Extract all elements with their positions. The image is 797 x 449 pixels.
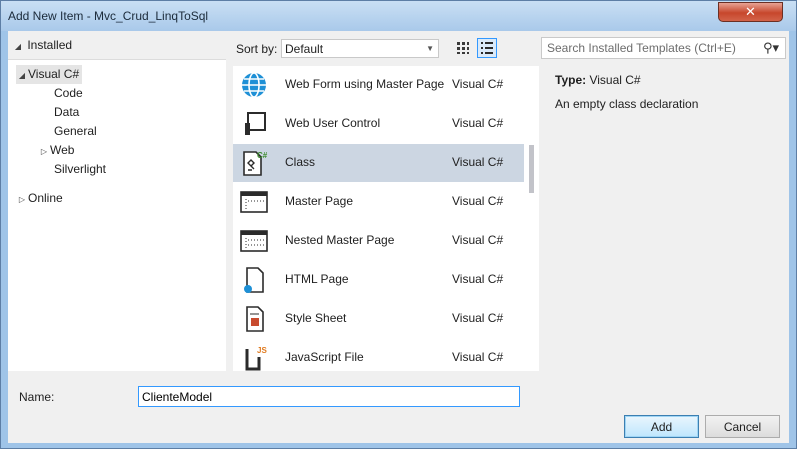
dialog-client-area: ◢ Installed ◢ Visual C# Code Data General… (8, 31, 789, 443)
template-name: Web User Control (285, 116, 381, 130)
template-tree: ◢ Installed ◢ Visual C# Code Data General… (8, 31, 226, 371)
small-icons-view-button[interactable] (477, 38, 497, 58)
globe-icon (242, 72, 266, 98)
chevron-down-icon: ▼ (426, 44, 434, 53)
tree-item-label: Web (50, 143, 75, 157)
template-type: Visual C# (452, 272, 504, 286)
expanded-triangle-icon[interactable]: ◢ (12, 37, 24, 56)
tree-item-installed[interactable]: ◢ Installed (8, 31, 226, 60)
master-page-icon (240, 191, 268, 213)
type-label: Type: (555, 73, 587, 87)
tree-item-label: Visual C# (28, 67, 80, 81)
template-name: Master Page (285, 194, 354, 208)
list-view-icon (481, 42, 493, 54)
list-item-nested-master-page[interactable]: Nested Master Page Visual C# (233, 222, 524, 260)
template-type: Visual C# (452, 77, 504, 91)
tree-item-general[interactable]: General (54, 122, 97, 141)
close-icon: ✕ (745, 4, 756, 19)
template-type: Visual C# (452, 116, 504, 130)
dialog-window: Add New Item - Mvc_Crud_LinqToSql ✕ ◢ In… (0, 0, 797, 449)
window-title: Add New Item - Mvc_Crud_LinqToSql (8, 9, 209, 23)
cancel-button[interactable]: Cancel (705, 415, 780, 438)
search-input[interactable]: Search Installed Templates (Ctrl+E) ⚲▾ (541, 37, 786, 59)
search-placeholder: Search Installed Templates (Ctrl+E) (547, 41, 736, 55)
template-name: Nested Master Page (285, 233, 395, 247)
template-name: Web Form using Master Page (285, 77, 445, 91)
template-type: Visual C# (452, 155, 504, 169)
name-field[interactable] (138, 386, 520, 407)
tree-item-label: Silverlight (54, 162, 107, 176)
csharp-badge: C# (257, 151, 268, 160)
collapsed-triangle-icon[interactable]: ▷ (16, 190, 28, 209)
tree-item-silverlight[interactable]: Silverlight (54, 160, 106, 179)
sort-bar: Sort by: Default ▼ (226, 31, 522, 62)
tree-item-label: Code (54, 86, 83, 100)
template-name: JavaScript File (285, 350, 364, 364)
tree-item-data[interactable]: Data (54, 103, 79, 122)
template-name: HTML Page (285, 272, 349, 286)
sort-value: Default (285, 42, 324, 56)
details-pane: Type: Visual C# An empty class declarati… (541, 66, 789, 371)
template-type: Visual C# (452, 233, 504, 247)
list-item-web-form-master[interactable]: Web Form using Master Page Visual C# (233, 66, 524, 104)
template-name: Class (285, 155, 316, 169)
nested-master-page-icon (240, 230, 268, 252)
close-button[interactable]: ✕ (718, 2, 783, 22)
list-item-style-sheet[interactable]: Style Sheet Visual C# (233, 300, 524, 338)
template-name: Style Sheet (285, 311, 347, 325)
search-icon[interactable]: ⚲▾ (763, 40, 779, 56)
list-item-master-page[interactable]: Master Page Visual C# (233, 183, 524, 221)
list-item-javascript-file[interactable]: JS JavaScript File Visual C# (233, 339, 524, 371)
add-button[interactable]: Add (624, 415, 699, 438)
template-list: Web Form using Master Page Visual C# Web… (233, 66, 524, 371)
grid-view-icon (457, 42, 469, 54)
style-sheet-icon (246, 306, 264, 332)
template-type: Visual C# (452, 350, 504, 364)
type-value: Visual C# (589, 73, 641, 87)
list-item-class[interactable]: C# Class Visual C# (233, 144, 524, 182)
tree-item-label: Installed (27, 38, 73, 52)
js-badge: JS (257, 346, 267, 355)
tree-item-code[interactable]: Code (54, 84, 83, 103)
tree-item-label: Online (28, 191, 63, 205)
list-item-html-page[interactable]: HTML Page Visual C# (233, 261, 524, 299)
details-description: An empty class declaration (555, 97, 699, 111)
javascript-file-icon: JS (245, 346, 267, 371)
scrollbar-thumb[interactable] (529, 145, 534, 193)
medium-icons-view-button[interactable] (453, 38, 473, 58)
list-scrollbar[interactable] (524, 66, 539, 371)
class-icon: C# (243, 151, 268, 176)
template-type: Visual C# (452, 311, 504, 325)
template-type: Visual C# (452, 194, 504, 208)
expanded-triangle-icon[interactable]: ◢ (16, 66, 28, 85)
tree-item-label: General (54, 124, 97, 138)
name-label: Name: (19, 390, 55, 404)
tree-item-visual-csharp[interactable]: ◢ Visual C# (16, 65, 82, 84)
list-item-web-user-control[interactable]: Web User Control Visual C# (233, 105, 524, 143)
tree-item-label: Data (54, 105, 80, 119)
details-type: Type: Visual C# (555, 73, 641, 87)
title-bar[interactable]: Add New Item - Mvc_Crud_LinqToSql ✕ (1, 1, 796, 31)
tree-item-online[interactable]: ▷ Online (16, 189, 63, 208)
tree-item-web[interactable]: ▷ Web (38, 141, 75, 161)
collapsed-triangle-icon[interactable]: ▷ (38, 142, 50, 161)
sort-dropdown[interactable]: Default ▼ (281, 39, 439, 58)
sort-label: Sort by: (236, 42, 278, 56)
user-control-icon (245, 112, 266, 135)
html-page-icon (244, 267, 264, 293)
